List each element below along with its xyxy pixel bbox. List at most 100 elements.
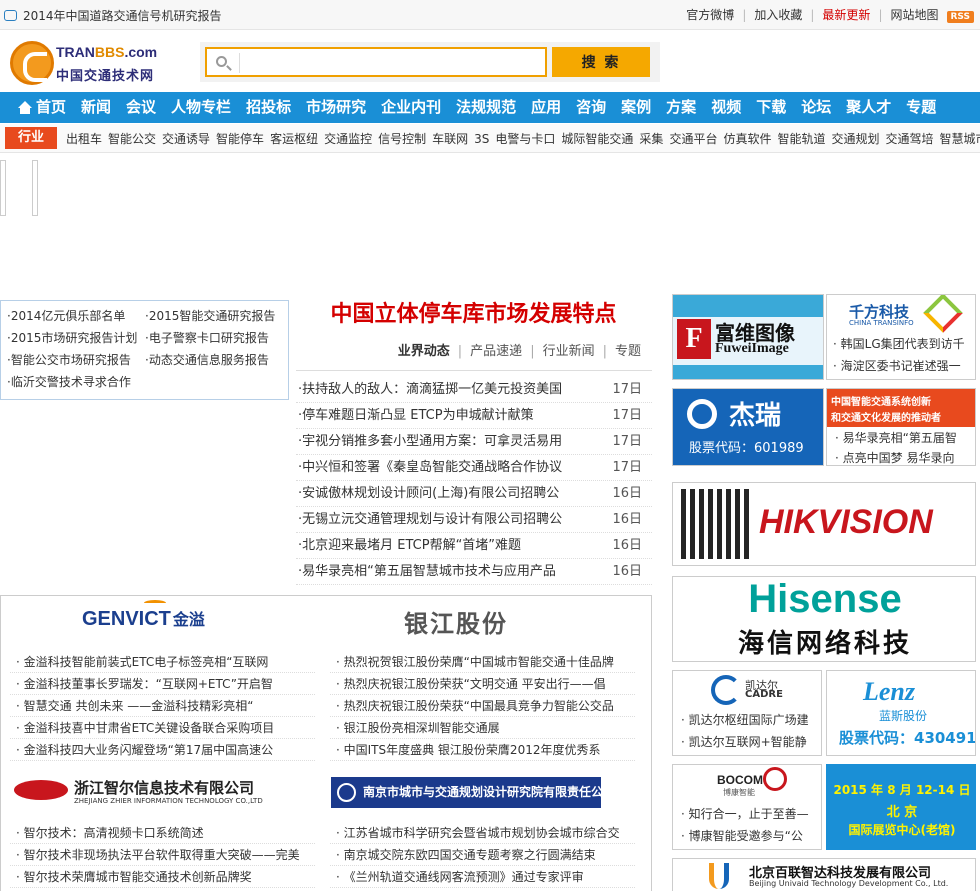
bocom-news-1[interactable]: · 博康智能受邀参与“公: [681, 825, 821, 847]
nav-item-4[interactable]: 招投标: [246, 92, 291, 123]
report-link[interactable]: ·临沂交警技术寻求合作: [7, 373, 145, 391]
zhier-logo[interactable]: 浙江智尔信息技术有限公司 ZHEJIANG ZHIER INFORMATION …: [14, 776, 294, 810]
nav-item-14[interactable]: 论坛: [801, 92, 831, 123]
top-link-latest[interactable]: 最新更新: [822, 8, 870, 22]
nav-item-0[interactable]: 首页: [18, 92, 66, 123]
ad-bocom[interactable]: BOCOM 博康智能 · 知行合一，止于至善— · 博康智能受邀参与“公: [672, 764, 822, 850]
tab-products[interactable]: 产品速递: [470, 344, 522, 359]
news-title[interactable]: ·中兴恒和签署《秦皇岛智能交通战略合作协议: [298, 455, 598, 481]
nanjing-news-item[interactable]: · 《兰州轨道交通线网客流预测》通过专家评审: [330, 866, 635, 888]
bocom-news-0[interactable]: · 知行合一，止于至善—: [681, 803, 821, 825]
industry-item[interactable]: 客运枢纽: [270, 132, 318, 146]
report-link[interactable]: ·2014亿元俱乐部名单: [7, 307, 145, 325]
cadre-news-1[interactable]: · 凯达尔互联网+智能静: [681, 731, 821, 753]
industry-item[interactable]: 采集: [639, 132, 663, 146]
site-logo[interactable]: TRANBBS.com 中国交通技术网: [10, 40, 160, 86]
nav-item-3[interactable]: 人物专栏: [171, 92, 231, 123]
industry-item[interactable]: 智能公交: [108, 132, 156, 146]
top-notice-text[interactable]: 2014年中国道路交通信号机研究报告: [23, 9, 222, 23]
nav-item-12[interactable]: 视频: [711, 92, 741, 123]
genvict-news-item[interactable]: · 金溢科技智能前装式ETC电子标签亮相“互联网: [10, 651, 315, 673]
search-button[interactable]: 搜 索: [552, 47, 650, 77]
industry-item[interactable]: 车联网: [432, 132, 468, 146]
nav-item-8[interactable]: 应用: [531, 92, 561, 123]
nav-item-11[interactable]: 方案: [666, 92, 696, 123]
report-link[interactable]: ·2015市场研究报告计划: [7, 329, 145, 347]
industry-item[interactable]: 3S: [474, 132, 489, 146]
nav-item-5[interactable]: 市场研究: [306, 92, 366, 123]
yinjiang-news-item[interactable]: · 热烈庆祝银江股份荣获“文明交通 平安出行——倡: [330, 673, 635, 695]
nav-item-9[interactable]: 咨询: [576, 92, 606, 123]
tab-trade-news[interactable]: 行业新闻: [543, 344, 595, 359]
news-title[interactable]: ·北京迎来最堵月 ETCP帮解“首堵”难题: [298, 533, 598, 559]
top-notice[interactable]: 2014年中国道路交通信号机研究报告: [4, 7, 222, 24]
news-row[interactable]: ·扶持敌人的敌人：滴滴猛掷一亿美元投资美国 17日: [296, 377, 652, 403]
yinjiang-news-item[interactable]: · 银江股份亮相深圳智能交通展: [330, 717, 635, 739]
yinjiang-logo[interactable]: 银江股份: [404, 604, 508, 639]
ad-expo[interactable]: 2015 年 8 月 12-14 日 北 京 国际展览中心(老馆): [826, 764, 976, 850]
news-row[interactable]: ·安诚傲林规划设计顾问(上海)有限公司招聘公 16日: [296, 481, 652, 507]
news-row[interactable]: ·停车难题日渐凸显 ETCP为申城献计献策 17日: [296, 403, 652, 429]
zhier-news-item[interactable]: · 智尔技术荣膺城市智能交通技术创新品牌奖: [10, 866, 315, 888]
cadre-news-0[interactable]: · 凯达尔枢纽国际广场建: [681, 709, 821, 731]
qianfang-news-0[interactable]: · 韩国LG集团代表到访千: [833, 333, 973, 355]
industry-item[interactable]: 智能停车: [216, 132, 264, 146]
industry-item[interactable]: 城际智能交通: [561, 132, 633, 146]
ad-fuwei[interactable]: F 富维图像 FuweiImage: [672, 294, 824, 380]
ad-jierui[interactable]: 杰瑞 股票代码：601989: [672, 388, 824, 466]
tab-topics[interactable]: 专题: [615, 344, 641, 359]
news-title[interactable]: ·安诚傲林规划设计顾问(上海)有限公司招聘公: [298, 481, 598, 507]
nav-item-6[interactable]: 企业内刊: [381, 92, 441, 123]
industry-item[interactable]: 仿真软件: [723, 132, 771, 146]
industry-item[interactable]: 交通驾培: [886, 132, 934, 146]
industry-item[interactable]: 信号控制: [378, 132, 426, 146]
news-row[interactable]: ·中兴恒和签署《秦皇岛智能交通战略合作协议 17日: [296, 455, 652, 481]
top-link-favorite[interactable]: 加入收藏: [754, 8, 802, 22]
news-title[interactable]: ·扶持敌人的敌人：滴滴猛掷一亿美元投资美国: [298, 377, 598, 403]
zhier-news-item[interactable]: · 智尔技术非现场执法平台软件取得重大突破——完美: [10, 844, 315, 866]
genvict-news-item[interactable]: · 金溢科技四大业务闪耀登场“第17届中国高速公: [10, 739, 315, 761]
nav-item-1[interactable]: 新闻: [81, 92, 111, 123]
ad-qianfang[interactable]: 千方科技 CHINA TRANSINFO · 韩国LG集团代表到访千 · 海淀区…: [826, 294, 976, 380]
nav-item-7[interactable]: 法规规范: [456, 92, 516, 123]
nav-item-16[interactable]: 专题: [906, 92, 936, 123]
report-link[interactable]: ·动态交通信息服务报告: [145, 351, 285, 369]
yinjiang-news-item[interactable]: · 热烈庆祝银江股份荣获“中国最具竞争力智能公交品: [330, 695, 635, 717]
industry-item[interactable]: 交通平台: [669, 132, 717, 146]
genvict-logo[interactable]: GENVICT 金溢: [82, 600, 242, 638]
top-link-weibo[interactable]: 官方微博: [686, 8, 734, 22]
nav-item-13[interactable]: 下载: [756, 92, 786, 123]
nav-item-2[interactable]: 会议: [126, 92, 156, 123]
top-link-sitemap[interactable]: 网站地图: [890, 8, 938, 22]
news-row[interactable]: ·宇视分销推多套小型通用方案：可拿灵活易用 17日: [296, 429, 652, 455]
ad-hisense[interactable]: Hisense 海信网络科技: [672, 576, 976, 662]
qianfang-news-1[interactable]: · 海淀区委书记崔述强一: [833, 355, 973, 377]
ad-cadre[interactable]: 凯达尔 CADRE · 凯达尔枢纽国际广场建 · 凯达尔互联网+智能静: [672, 670, 822, 756]
news-row[interactable]: ·无锡立沅交通管理规划与设计有限公司招聘公 16日: [296, 507, 652, 533]
news-title[interactable]: ·停车难题日渐凸显 ETCP为申城献计献策: [298, 403, 598, 429]
genvict-news-item[interactable]: · 金溢科技喜中甘肃省ETC关键设备联合采购项目: [10, 717, 315, 739]
news-row[interactable]: ·易华录亮相“第五届智慧城市技术与应用产品 16日: [296, 559, 652, 585]
report-link[interactable]: ·智能公交市场研究报告: [7, 351, 145, 369]
genvict-news-item[interactable]: · 智慧交通 共创未来 ——金溢科技精彩亮相“: [10, 695, 315, 717]
industry-item[interactable]: 电警与卡口: [495, 132, 555, 146]
industry-item[interactable]: 智能轨道: [777, 132, 825, 146]
industry-item[interactable]: 交通诱导: [162, 132, 210, 146]
news-title[interactable]: ·易华录亮相“第五届智慧城市技术与应用产品: [298, 559, 598, 585]
yinjiang-news-item[interactable]: · 中国ITS年度盛典 银江股份荣膺2012年度优秀系: [330, 739, 635, 761]
ad-univaid[interactable]: 北京百联智达科技发展有限公司 Beijing Univaid Technolog…: [672, 858, 976, 891]
nanjing-news-item[interactable]: · 江苏省城市科学研究会暨省城市规划协会城市综合交: [330, 822, 635, 844]
nav-item-15[interactable]: 聚人才: [846, 92, 891, 123]
nav-item-10[interactable]: 案例: [621, 92, 651, 123]
ad-hikvision[interactable]: HIKVISION: [672, 482, 976, 566]
ad-its[interactable]: 中国智能交通系统创新 和交通文化发展的推动者 · 易华录亮相“第五届智 · 点亮…: [826, 388, 976, 466]
industry-item[interactable]: 交通规划: [831, 132, 879, 146]
report-link[interactable]: ·电子警察卡口研究报告: [145, 329, 285, 347]
news-title[interactable]: ·宇视分销推多套小型通用方案：可拿灵活易用: [298, 429, 598, 455]
report-link[interactable]: ·2015智能交通研究报告: [145, 307, 285, 325]
rss-icon[interactable]: RSS: [946, 11, 974, 23]
ad-lenz[interactable]: Lenz 蓝斯股份 股票代码：430491: [826, 670, 976, 756]
nanjing-news-item[interactable]: · 南京城交院东欧四国交通专题考察之行圆满结束: [330, 844, 635, 866]
news-title[interactable]: ·无锡立沅交通管理规划与设计有限公司招聘公: [298, 507, 598, 533]
its-news-0[interactable]: · 易华录亮相“第五届智: [835, 427, 975, 449]
